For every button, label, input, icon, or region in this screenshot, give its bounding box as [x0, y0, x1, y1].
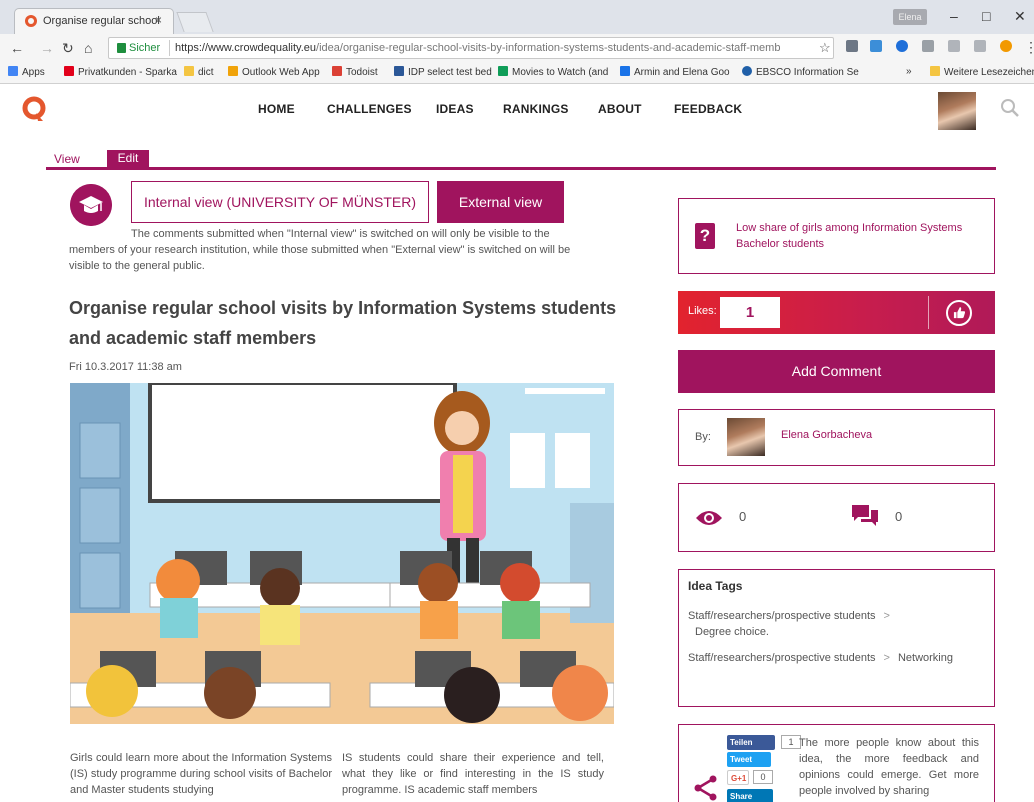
bookmark-item[interactable]: Todoist: [332, 66, 378, 78]
site-header: HOME CHALLENGES IDEAS RANKINGS ABOUT FEE…: [0, 84, 1034, 136]
note-line: The comments submitted when "Internal vi…: [131, 228, 550, 240]
likes-bar: Likes: 1: [678, 291, 995, 334]
facebook-share-button[interactable]: Teilen: [727, 735, 775, 750]
divider: [928, 296, 929, 329]
back-arrow-icon[interactable]: ←: [10, 40, 24, 56]
bookmark-star-icon[interactable]: ☆: [819, 40, 831, 56]
nav-feedback[interactable]: FEEDBACK: [674, 102, 742, 116]
browser-tab-strip: Organise regular school × Elena – □ ✕: [0, 0, 1034, 34]
bookmark-folder[interactable]: Weitere Lesezeichen: [930, 66, 1034, 78]
extension-icon[interactable]: [870, 40, 882, 52]
facebook-share-count: 1: [781, 735, 801, 749]
lock-icon: [117, 43, 126, 53]
add-comment-button[interactable]: Add Comment: [678, 350, 995, 393]
tab-view[interactable]: View: [54, 152, 80, 166]
bookmark-item[interactable]: Armin and Elena Goo: [620, 66, 730, 78]
tab-close-icon[interactable]: ×: [155, 13, 162, 27]
user-avatar[interactable]: [938, 92, 976, 130]
author-avatar[interactable]: [727, 418, 765, 456]
bookmarks-overflow[interactable]: »: [906, 66, 912, 77]
browser-menu-icon[interactable]: ⋮: [1024, 39, 1034, 56]
address-bar[interactable]: Sicher https://www.crowdequality.eu/idea…: [108, 37, 834, 59]
extension-icon[interactable]: [948, 40, 960, 52]
bookmarks-bar: Apps Privatkunden - Sparka dict Outlook …: [0, 62, 1034, 84]
tag-item-child[interactable]: Degree choice.: [695, 626, 769, 638]
view-count: 0: [739, 509, 747, 524]
extension-icon[interactable]: [846, 40, 858, 52]
url-text[interactable]: https://www.crowdequality.eu/idea/organi…: [175, 42, 815, 54]
comment-count: 0: [895, 509, 903, 524]
likes-count: 1: [720, 297, 780, 328]
author-card: By: Elena Gorbacheva: [678, 409, 995, 466]
linkedin-share-button[interactable]: Share: [727, 789, 773, 802]
share-card: Teilen 1 Tweet G+1 0 Share The more peop…: [678, 724, 995, 802]
bookmark-item[interactable]: dict: [184, 66, 214, 78]
google-plus-button[interactable]: G+1: [727, 770, 749, 785]
forward-arrow-icon[interactable]: →: [40, 40, 54, 56]
note-line: visible to the general public.: [69, 260, 205, 272]
share-icon: [694, 775, 717, 801]
search-icon[interactable]: [1000, 98, 1020, 118]
tag-item[interactable]: Staff/researchers/prospective students >: [688, 610, 898, 622]
bookmark-item[interactable]: EBSCO Information Se: [742, 66, 859, 78]
extension-icon[interactable]: [922, 40, 934, 52]
bookmark-item[interactable]: IDP select test bed: [394, 66, 492, 78]
home-icon[interactable]: ⌂: [84, 40, 92, 56]
google-plus-count: 0: [753, 770, 773, 784]
share-prompt-text: The more people know about this idea, th…: [799, 737, 979, 797]
crowdequality-logo-icon[interactable]: [22, 96, 46, 122]
tag-item[interactable]: Staff/researchers/prospective students > N…: [688, 652, 953, 664]
minimize-window-button[interactable]: –: [950, 8, 958, 24]
challenge-link[interactable]: Low share of girls among Information Sys…: [736, 220, 966, 252]
view-visibility-note: The comments submitted when "Internal vi…: [69, 226, 629, 274]
tags-title: Idea Tags: [688, 579, 743, 593]
related-challenge-card: ? Low share of girls among Information S…: [678, 198, 995, 274]
reload-icon[interactable]: ↻: [62, 40, 74, 57]
extension-icon[interactable]: [974, 40, 986, 52]
secure-label: Sicher: [129, 42, 161, 54]
extension-icon[interactable]: [896, 40, 908, 52]
maximize-window-button[interactable]: □: [982, 8, 990, 24]
likes-label: Likes:: [688, 305, 717, 317]
internal-view-button[interactable]: Internal view (UNIVERSITY OF MÜNSTER): [131, 181, 429, 223]
bookmark-apps[interactable]: Apps: [8, 66, 45, 78]
idea-stats-card: 0 0: [678, 483, 995, 552]
idea-body-column-1: Girls could learn more about the Informa…: [70, 752, 332, 796]
graduation-cap-icon: [70, 184, 112, 226]
tab-title: Organise regular school: [43, 15, 160, 27]
note-line: members of your research institution, wh…: [69, 244, 571, 256]
extension-icon[interactable]: [1000, 40, 1012, 52]
address-toolbar: ← → ↻ ⌂ Sicher https://www.crowdequality…: [0, 34, 1034, 62]
nav-rankings[interactable]: RANKINGS: [503, 102, 569, 116]
browser-profile-chip[interactable]: Elena: [893, 9, 927, 25]
twitter-tweet-button[interactable]: Tweet: [727, 752, 771, 767]
site-favicon-icon: [25, 15, 37, 27]
author-name-link[interactable]: Elena Gorbacheva: [781, 429, 872, 441]
nav-ideas[interactable]: IDEAS: [436, 102, 474, 116]
bookmark-item[interactable]: Movies to Watch (and: [498, 66, 608, 78]
browser-tab[interactable]: Organise regular school ×: [14, 8, 174, 34]
by-label: By:: [695, 431, 711, 443]
idea-body-column-2: IS students could share their experience…: [342, 752, 604, 796]
idea-date: Fri 10.3.2017 11:38 am: [69, 361, 182, 373]
tab-edit[interactable]: Edit: [107, 150, 149, 167]
nav-home[interactable]: HOME: [258, 102, 295, 116]
thumbs-up-icon[interactable]: [946, 300, 972, 326]
bookmark-item[interactable]: Privatkunden - Sparka: [64, 66, 177, 78]
external-view-button[interactable]: External view: [437, 181, 564, 223]
idea-title: Organise regular school visits by Inform…: [69, 298, 617, 348]
classroom-illustration: [70, 383, 614, 724]
new-tab-button[interactable]: [176, 12, 214, 32]
nav-about[interactable]: ABOUT: [598, 102, 642, 116]
comments-icon: [852, 505, 878, 526]
divider: [169, 40, 170, 56]
idea-tags-card: Idea Tags Staff/researchers/prospective …: [678, 569, 995, 707]
bookmark-item[interactable]: Outlook Web App: [228, 66, 320, 78]
eye-icon: [696, 511, 722, 525]
question-icon: ?: [695, 223, 715, 249]
nav-challenges[interactable]: CHALLENGES: [327, 102, 412, 116]
view-edit-tabs: View Edit: [46, 150, 996, 170]
close-window-button[interactable]: ✕: [1014, 8, 1026, 25]
